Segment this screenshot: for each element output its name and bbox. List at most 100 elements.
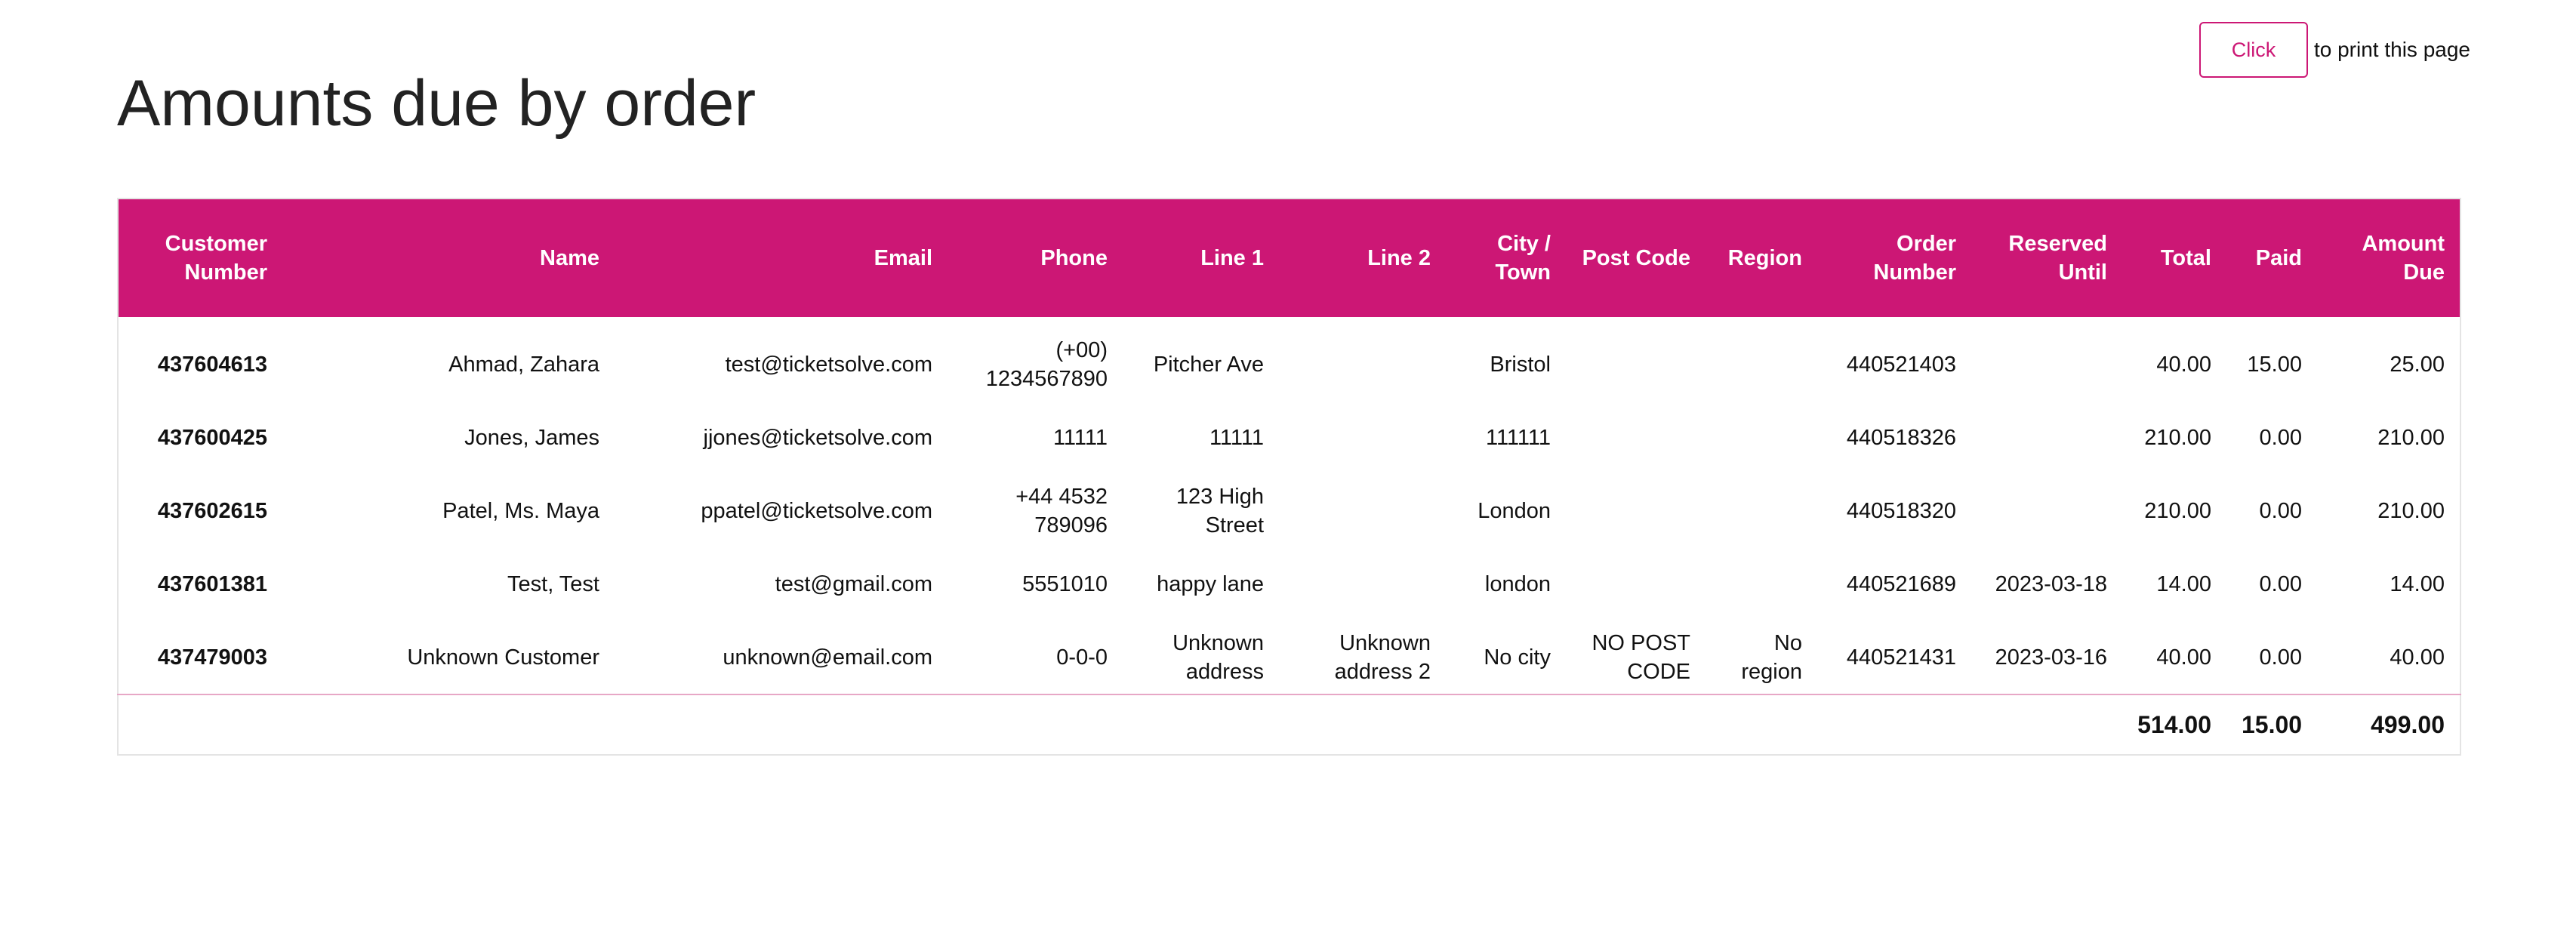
cell-email: test@ticketsolve.com bbox=[725, 352, 932, 377]
paid-sum: 15.00 bbox=[2226, 694, 2317, 755]
header-city-town-line-1: City / bbox=[1497, 232, 1551, 256]
cell-post-code-part-1: NO POST bbox=[1592, 630, 1690, 655]
cell-city: 111111 bbox=[1485, 425, 1551, 450]
cell-line-1: Unknown address bbox=[1123, 621, 1279, 694]
cell-name: Test, Test bbox=[507, 571, 599, 596]
cell-line-2-part-1: Unknown bbox=[1339, 630, 1431, 655]
cell-post-code bbox=[1566, 547, 1706, 621]
cell-region bbox=[1706, 474, 1817, 547]
table-row: 437479003 Unknown Customer unknown@email… bbox=[118, 621, 2460, 694]
cell-post-code bbox=[1566, 401, 1706, 474]
cell-reserved-until: 2023-03-18 bbox=[1995, 571, 2107, 596]
table-row: 437602615 Patel, Ms. Maya ppatel@tickets… bbox=[118, 474, 2460, 547]
cell-total: 40.00 bbox=[2156, 352, 2211, 377]
cell-amount-due: 14.00 bbox=[2390, 571, 2445, 596]
cell-line-1-part-1: 123 High bbox=[1176, 484, 1264, 509]
header-order-number: Order Number bbox=[1817, 199, 1971, 317]
cell-line-1-part-2: Street bbox=[1205, 513, 1264, 537]
cell-phone-line-2: 789096 bbox=[1034, 513, 1108, 537]
cell-total: 14.00 bbox=[2156, 571, 2211, 596]
header-reserved-until: Reserved Until bbox=[1971, 199, 2122, 317]
cell-city: Bristol bbox=[1490, 352, 1551, 377]
cell-phone: 0-0-0 bbox=[1056, 645, 1108, 670]
cell-customer-number: 437604613 bbox=[157, 352, 267, 377]
cell-reserved-until bbox=[1971, 401, 2122, 474]
cell-name: Unknown Customer bbox=[407, 645, 599, 670]
header-reserved-until-line-2: Until bbox=[2058, 260, 2107, 285]
cell-line-1-part-2: address bbox=[1185, 659, 1264, 684]
cell-post-code bbox=[1566, 317, 1706, 401]
header-phone: Phone bbox=[1040, 246, 1108, 270]
cell-line-1: 11111 bbox=[1209, 425, 1264, 450]
cell-phone: 11111 bbox=[1052, 425, 1108, 450]
header-name: Name bbox=[540, 246, 599, 270]
cell-order-number: 440521403 bbox=[1846, 352, 1956, 377]
cell-total: 40.00 bbox=[2156, 645, 2211, 670]
cell-email: jjones@ticketsolve.com bbox=[703, 425, 932, 450]
totals-spacer bbox=[118, 694, 2122, 755]
total-sum: 514.00 bbox=[2122, 694, 2226, 755]
print-button[interactable]: Click bbox=[2199, 22, 2308, 78]
cell-line-1: 123 High Street bbox=[1123, 474, 1279, 547]
cell-post-code bbox=[1566, 474, 1706, 547]
cell-region-part-2: region bbox=[1741, 659, 1802, 684]
cell-paid: 0.00 bbox=[2259, 425, 2302, 450]
table-row: 437601381 Test, Test test@gmail.com 5551… bbox=[118, 547, 2460, 621]
cell-phone: 5551010 bbox=[1022, 571, 1108, 596]
cell-phone-line-1: +44 4532 bbox=[1015, 484, 1108, 509]
cell-amount-due: 210.00 bbox=[2377, 425, 2445, 450]
cell-line-2 bbox=[1279, 547, 1446, 621]
header-amount-due-line-1: Amount bbox=[2362, 232, 2445, 256]
cell-line-2 bbox=[1279, 401, 1446, 474]
cell-phone-line-2: 1234567890 bbox=[985, 366, 1108, 391]
amount-due-sum: 499.00 bbox=[2317, 694, 2460, 755]
page-title: Amounts due by order bbox=[117, 67, 756, 140]
table-row: 437600425 Jones, James jjones@ticketsolv… bbox=[118, 401, 2460, 474]
cell-phone: +44 4532 789096 bbox=[948, 474, 1123, 547]
cell-name: Patel, Ms. Maya bbox=[442, 498, 599, 523]
header-paid: Paid bbox=[2255, 246, 2302, 270]
cell-post-code: NO POST CODE bbox=[1566, 621, 1706, 694]
header-amount-due: Amount Due bbox=[2317, 199, 2460, 317]
cell-email: unknown@email.com bbox=[723, 645, 932, 670]
header-city-town-line-2: Town bbox=[1495, 260, 1551, 285]
cell-paid: 0.00 bbox=[2259, 498, 2302, 523]
cell-line-1: happy lane bbox=[1157, 571, 1264, 596]
header-reserved-until-line-1: Reserved bbox=[2008, 232, 2107, 256]
cell-amount-due: 40.00 bbox=[2390, 645, 2445, 670]
cell-phone-line-1: (+00) bbox=[1055, 337, 1108, 362]
print-bar: Click to print this page bbox=[2199, 22, 2470, 78]
cell-amount-due: 210.00 bbox=[2377, 498, 2445, 523]
cell-customer-number: 437601381 bbox=[157, 571, 267, 596]
cell-region: No region bbox=[1706, 621, 1817, 694]
cell-total: 210.00 bbox=[2144, 498, 2211, 523]
cell-line-2: Unknown address 2 bbox=[1279, 621, 1446, 694]
cell-paid: 15.00 bbox=[2247, 352, 2302, 377]
cell-post-code-part-2: CODE bbox=[1627, 659, 1690, 684]
cell-customer-number: 437479003 bbox=[157, 645, 267, 670]
header-email: Email bbox=[874, 246, 932, 270]
header-amount-due-line-2: Due bbox=[2403, 260, 2445, 285]
cell-order-number: 440521689 bbox=[1846, 571, 1956, 596]
totals-row: 514.00 15.00 499.00 bbox=[118, 694, 2460, 755]
cell-customer-number: 437602615 bbox=[157, 498, 267, 523]
cell-line-2-part-2: address 2 bbox=[1334, 659, 1431, 684]
header-customer-number-line-2: Number bbox=[184, 260, 267, 285]
cell-customer-number: 437600425 bbox=[157, 425, 267, 450]
table-header-row: Customer Number Name Email Phone Line 1 … bbox=[118, 199, 2460, 317]
cell-order-number: 440518326 bbox=[1846, 425, 1956, 450]
cell-order-number: 440521431 bbox=[1846, 645, 1956, 670]
header-order-number-line-2: Number bbox=[1873, 260, 1956, 285]
cell-email: ppatel@ticketsolve.com bbox=[701, 498, 932, 523]
cell-order-number: 440518320 bbox=[1846, 498, 1956, 523]
cell-total: 210.00 bbox=[2144, 425, 2211, 450]
table-row: 437604613 Ahmad, Zahara test@ticketsolve… bbox=[118, 317, 2460, 401]
cell-name: Ahmad, Zahara bbox=[448, 352, 599, 377]
header-customer-number: Customer Number bbox=[118, 199, 282, 317]
header-region: Region bbox=[1727, 246, 1802, 270]
cell-paid: 0.00 bbox=[2259, 645, 2302, 670]
cell-phone: (+00) 1234567890 bbox=[948, 317, 1123, 401]
print-instruction-text: to print this page bbox=[2313, 38, 2470, 61]
cell-region bbox=[1706, 401, 1817, 474]
cell-city: london bbox=[1484, 571, 1551, 596]
